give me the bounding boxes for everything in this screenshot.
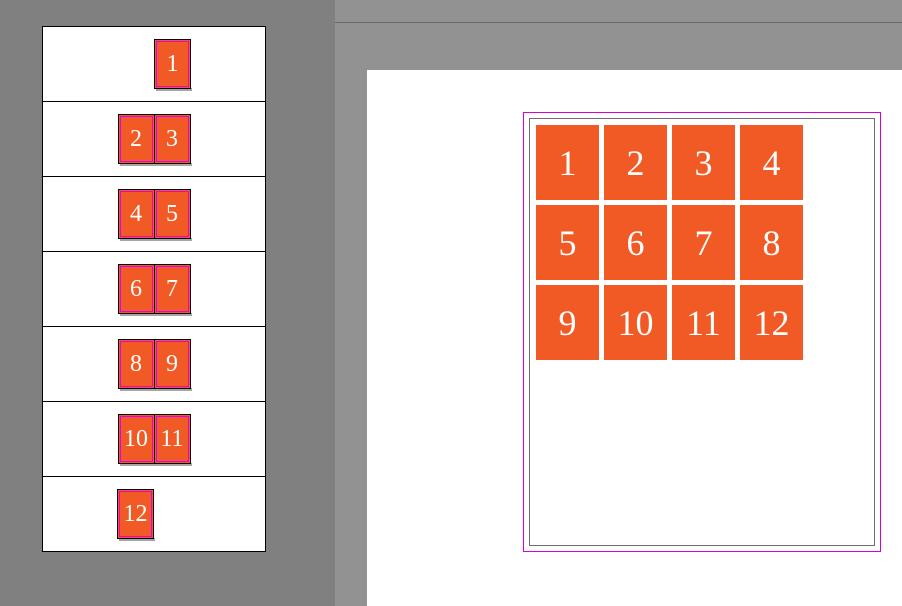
- layout-cell[interactable]: 9: [536, 285, 599, 360]
- spread-row[interactable]: 4 5: [42, 176, 266, 252]
- layout-cell[interactable]: 4: [740, 125, 803, 200]
- page-thumb[interactable]: 8: [118, 339, 155, 389]
- page-thumb[interactable]: 3: [154, 114, 191, 164]
- layout-cell[interactable]: 7: [672, 205, 735, 280]
- page-thumb[interactable]: 11: [154, 414, 191, 464]
- layout-cell[interactable]: 6: [604, 205, 667, 280]
- layout-cell[interactable]: 11: [672, 285, 735, 360]
- spread-row[interactable]: 8 9: [42, 326, 266, 402]
- page-sheet[interactable]: 1 2 3 4 5 6 7 8 9 10 11 12: [367, 70, 902, 606]
- page-thumb[interactable]: 9: [154, 339, 191, 389]
- document-canvas: 1 2 3 4 5 6 7 8 9 10 11 12: [335, 0, 902, 606]
- page-thumb[interactable]: 4: [118, 189, 155, 239]
- spread-row[interactable]: 10 11: [42, 401, 266, 477]
- page-thumb[interactable]: 12: [117, 489, 154, 539]
- spread-row[interactable]: 1: [42, 26, 266, 102]
- page-thumb[interactable]: 10: [118, 414, 155, 464]
- layout-cell[interactable]: 1: [536, 125, 599, 200]
- page-thumb[interactable]: 6: [118, 264, 155, 314]
- pages-thumbnail-panel: 1 2 3 4 5 6 7 8 9 10 11 12: [42, 26, 266, 552]
- spread-row[interactable]: 6 7: [42, 251, 266, 327]
- inner-text-frame[interactable]: 1 2 3 4 5 6 7 8 9 10 11 12: [529, 118, 875, 546]
- spread-row[interactable]: 12: [42, 476, 266, 552]
- layout-cell[interactable]: 12: [740, 285, 803, 360]
- page-thumb[interactable]: 2: [118, 114, 155, 164]
- layout-cell[interactable]: 3: [672, 125, 735, 200]
- layout-cell[interactable]: 10: [604, 285, 667, 360]
- page-thumb[interactable]: 1: [154, 39, 191, 89]
- horizontal-ruler: [335, 22, 902, 23]
- layout-cell[interactable]: 8: [740, 205, 803, 280]
- layout-cell[interactable]: 5: [536, 205, 599, 280]
- page-thumb[interactable]: 7: [154, 264, 191, 314]
- margin-frame[interactable]: 1 2 3 4 5 6 7 8 9 10 11 12: [523, 112, 881, 552]
- layout-cell[interactable]: 2: [604, 125, 667, 200]
- page-thumb[interactable]: 5: [154, 189, 191, 239]
- spread-row[interactable]: 2 3: [42, 101, 266, 177]
